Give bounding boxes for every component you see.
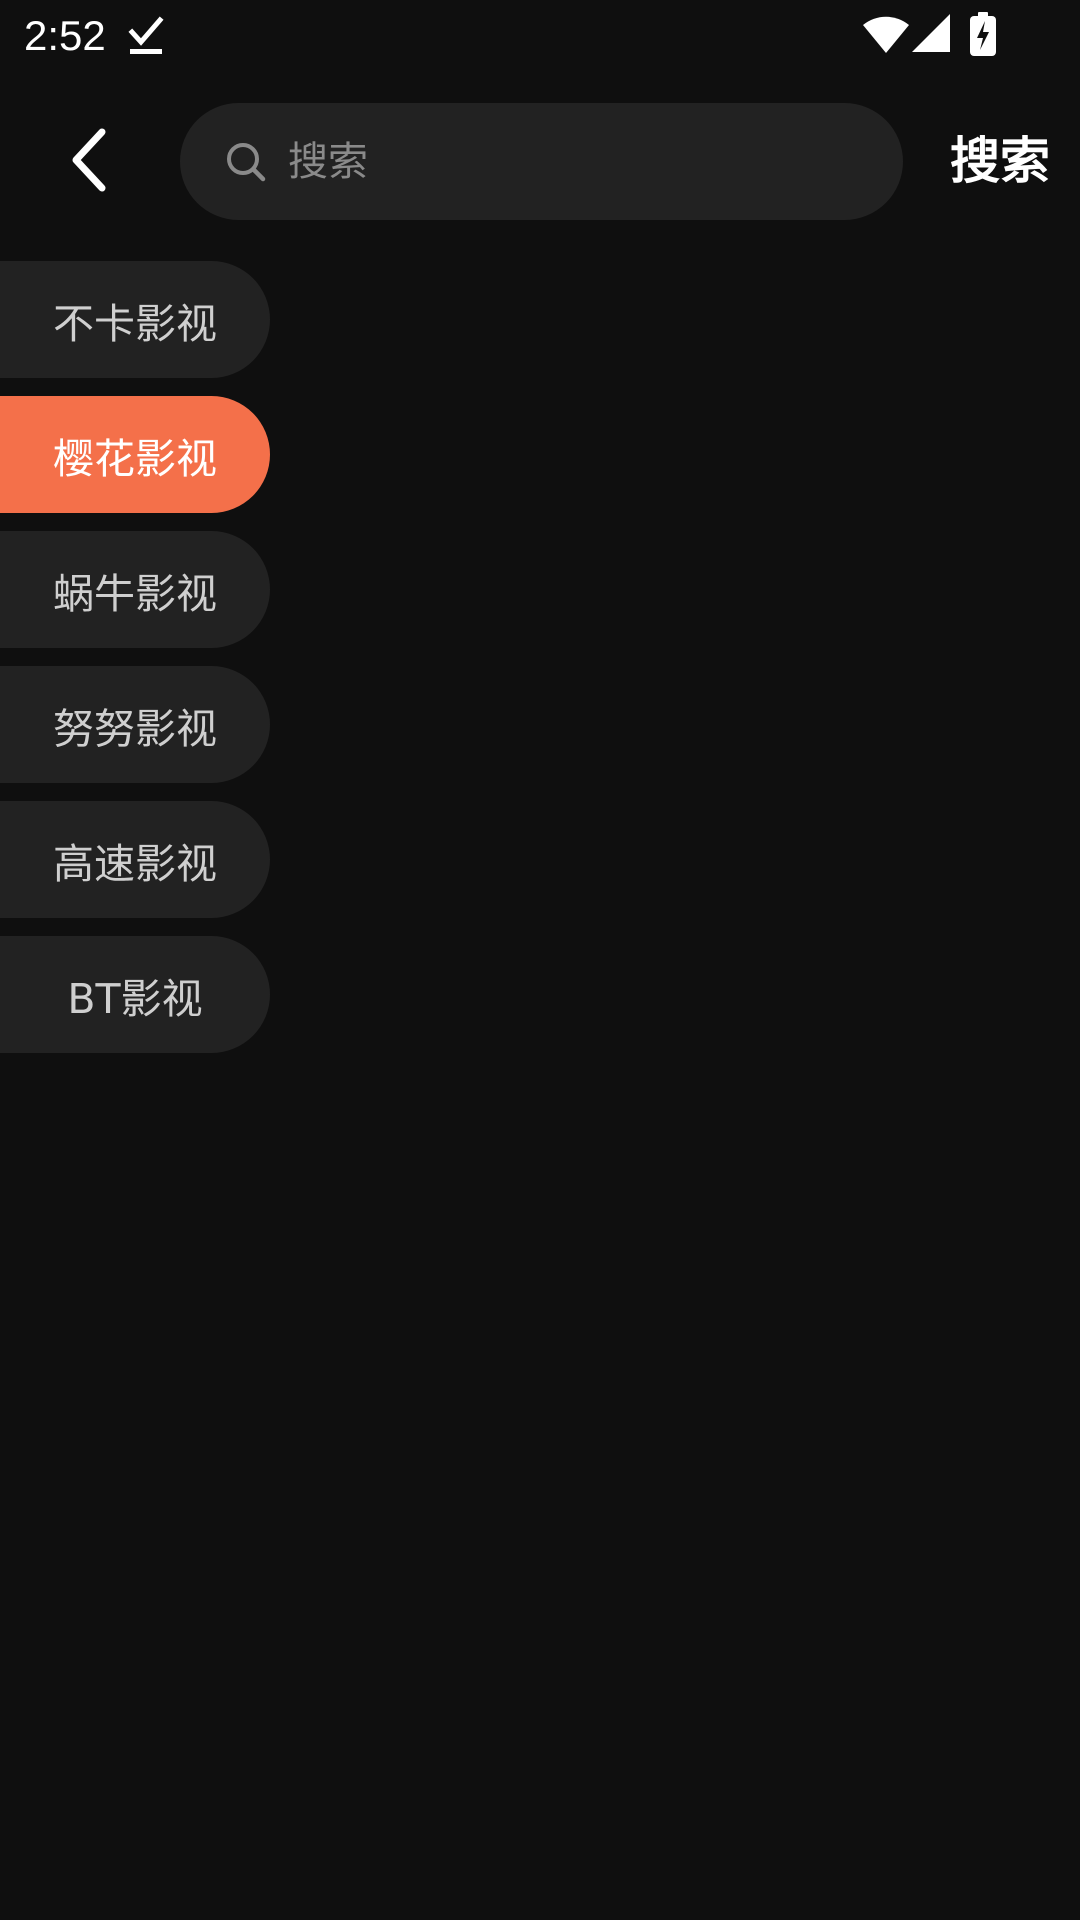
search-input[interactable] bbox=[286, 123, 870, 201]
source-item-buka[interactable]: 不卡影视 bbox=[0, 261, 270, 378]
battery-charging-icon bbox=[970, 12, 996, 56]
back-button[interactable] bbox=[40, 110, 140, 210]
wifi-icon bbox=[863, 16, 909, 53]
source-item-gaosu[interactable]: 高速影视 bbox=[0, 801, 270, 918]
search-box[interactable] bbox=[180, 103, 903, 220]
search-icon bbox=[227, 143, 266, 182]
source-list: 不卡影视 樱花影视 蜗牛影视 努努影视 高速影视 BT影视 bbox=[0, 261, 270, 1071]
search-button[interactable]: 搜索 bbox=[940, 126, 1060, 196]
cell-signal-icon bbox=[912, 14, 950, 52]
source-item-woniu[interactable]: 蜗牛影视 bbox=[0, 531, 270, 648]
download-done-icon bbox=[128, 16, 164, 54]
status-time: 2:52 bbox=[24, 12, 106, 59]
chevron-left-icon bbox=[72, 128, 106, 192]
status-bar: 2:52 bbox=[0, 0, 1080, 72]
source-item-yinghua[interactable]: 樱花影视 bbox=[0, 396, 270, 513]
source-item-nunu[interactable]: 努努影视 bbox=[0, 666, 270, 783]
source-item-bt[interactable]: BT影视 bbox=[0, 936, 270, 1053]
